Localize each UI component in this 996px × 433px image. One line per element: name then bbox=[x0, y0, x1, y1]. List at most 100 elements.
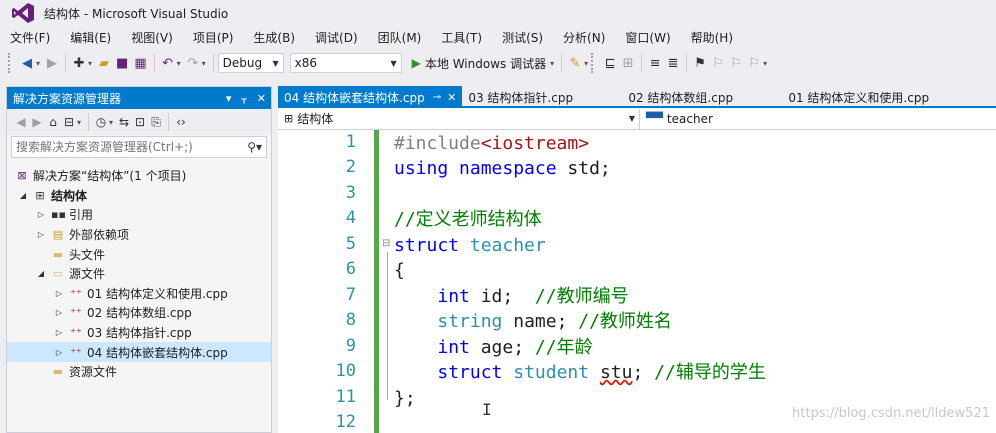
menu-team[interactable]: 团队(M) bbox=[378, 29, 422, 46]
menu-analyze[interactable]: 分析(N) bbox=[563, 29, 605, 46]
undo-icon[interactable]: ↶ bbox=[162, 56, 174, 71]
expand-arrow-icon[interactable]: ▷ bbox=[53, 308, 65, 317]
fold-collapse-icon[interactable]: ⊟ bbox=[382, 238, 390, 249]
home-icon[interactable]: ⌂ bbox=[47, 115, 59, 129]
folder-icon: ▭ bbox=[52, 267, 64, 281]
tab-04-nested-struct[interactable]: 04 结构体嵌套结构体.cpp ⊸ ✕ bbox=[278, 86, 463, 108]
panel-menu-icon[interactable]: ▾ bbox=[226, 92, 232, 105]
new-project-icon[interactable]: ✚ bbox=[73, 56, 85, 71]
toolbar-grip[interactable] bbox=[8, 53, 12, 73]
menu-debug[interactable]: 调试(D) bbox=[315, 29, 358, 46]
menu-window[interactable]: 窗口(W) bbox=[625, 29, 670, 46]
code-text: id; bbox=[469, 286, 535, 307]
debug-target-dropdown-icon[interactable]: ▾ bbox=[550, 59, 554, 68]
clear-bookmarks-icon[interactable]: ⚐ bbox=[748, 56, 760, 71]
uncomment-lines-icon[interactable]: ≣ bbox=[667, 56, 679, 71]
search-input[interactable] bbox=[16, 140, 236, 154]
previous-bookmark-icon[interactable]: ⚐ bbox=[712, 56, 724, 71]
find-in-files-icon[interactable]: ✎ bbox=[569, 56, 581, 71]
back-icon[interactable]: ◀ bbox=[21, 56, 33, 71]
expand-arrow-icon[interactable]: ▷ bbox=[35, 230, 47, 239]
close-tab-icon[interactable]: ✕ bbox=[447, 91, 456, 104]
start-debugging-label: 本地 Windows 调试器 bbox=[424, 56, 547, 71]
show-all-files-icon[interactable]: ⎘ bbox=[150, 115, 162, 130]
forward-icon[interactable]: ▶ bbox=[46, 56, 58, 71]
collapse-all-icon[interactable]: ⊡ bbox=[134, 115, 146, 129]
tree-item-cpp-file[interactable]: ▷ ⁺⁺ 02 结构体数组.cpp bbox=[7, 303, 271, 323]
menu-project[interactable]: 项目(P) bbox=[193, 29, 234, 46]
view-code-icon[interactable]: ‹› bbox=[175, 115, 187, 129]
tree-item-cpp-file[interactable]: ▷ ⁺⁺ 03 结构体指针.cpp bbox=[7, 323, 271, 343]
line-number: 7 bbox=[345, 285, 356, 305]
toolbar-overflow-icon[interactable]: ▾ bbox=[763, 59, 767, 68]
toolbar-grip[interactable] bbox=[591, 53, 595, 73]
menu-file[interactable]: 文件(F) bbox=[10, 29, 50, 46]
pending-changes-filter-icon[interactable]: ◷ bbox=[95, 115, 107, 129]
tab-03-struct-pointer[interactable]: 03 结构体指针.cpp bbox=[462, 86, 622, 108]
member-dropdown[interactable]: ▀▀ teacher bbox=[640, 112, 996, 126]
menu-build[interactable]: 生成(B) bbox=[253, 29, 295, 46]
tab-02-struct-array[interactable]: 02 结构体数组.cpp bbox=[622, 86, 782, 108]
tree-item-solution[interactable]: ⊠ 解决方案“结构体”(1 个项目) bbox=[7, 166, 271, 186]
undo-dropdown-icon[interactable]: ▾ bbox=[177, 59, 181, 68]
save-all-icon[interactable]: ▦ bbox=[134, 56, 146, 71]
tree-item-project[interactable]: ◢ ⊞ 结构体 bbox=[7, 186, 271, 206]
comment-lines-icon[interactable]: ≡ bbox=[649, 56, 661, 71]
back-icon[interactable]: ◀ bbox=[15, 115, 27, 129]
tree-item-resource-files[interactable]: ▬ 资源文件 bbox=[7, 362, 271, 382]
tree-item-external-deps[interactable]: ▷ ▤ 外部依赖项 bbox=[7, 225, 271, 245]
solution-config-select[interactable]: Debug ▼ bbox=[217, 53, 284, 73]
redo-icon[interactable]: ↷ bbox=[187, 56, 199, 71]
tree-item-references[interactable]: ▷ ▪▪ 引用 bbox=[7, 205, 271, 225]
menu-edit[interactable]: 编辑(E) bbox=[70, 29, 111, 46]
menu-view[interactable]: 视图(V) bbox=[131, 29, 173, 46]
solution-platform-value: x86 bbox=[294, 56, 318, 70]
tree-item-label: 03 结构体指针.cpp bbox=[87, 326, 192, 341]
pin-tab-icon[interactable]: ⊸ bbox=[433, 92, 441, 103]
close-icon[interactable]: ✕ bbox=[257, 92, 266, 105]
bookmark-icon[interactable]: ⚑ bbox=[694, 56, 706, 71]
tree-item-header-files[interactable]: ▬ 头文件 bbox=[7, 244, 271, 264]
pin-icon[interactable]: ᚁ bbox=[241, 92, 246, 105]
expand-arrow-icon[interactable]: ▷ bbox=[53, 328, 65, 337]
expand-arrow-icon[interactable]: ▷ bbox=[53, 289, 65, 298]
forward-icon[interactable]: ▶ bbox=[31, 115, 43, 129]
menu-bar: 文件(F) 编辑(E) 视图(V) 项目(P) 生成(B) 调试(D) 团队(M… bbox=[0, 26, 996, 48]
navigate-icon[interactable]: ⊑ bbox=[604, 56, 616, 71]
redo-dropdown-icon[interactable]: ▾ bbox=[202, 59, 206, 68]
solution-explorer-search[interactable]: ⚲▾ bbox=[11, 136, 267, 158]
back-dropdown-icon[interactable]: ▾ bbox=[36, 59, 40, 68]
collapse-arrow-icon[interactable]: ◢ bbox=[35, 269, 47, 278]
new-dropdown-icon[interactable]: ▾ bbox=[88, 59, 92, 68]
next-bookmark-icon[interactable]: ⚐ bbox=[730, 56, 742, 71]
find-dropdown-icon[interactable]: ▾ bbox=[584, 59, 588, 68]
include-header: <iostream> bbox=[480, 133, 590, 154]
code-editor[interactable]: 1 2 3 4 5 6 7 8 9 10 11 12 ⊟ #include<io… bbox=[278, 130, 996, 433]
tab-01-struct-define[interactable]: 01 结构体定义和使用.cpp bbox=[782, 86, 982, 108]
expand-arrow-icon[interactable]: ▷ bbox=[35, 210, 47, 219]
code-text: { bbox=[394, 260, 405, 281]
search-icon[interactable]: ⚲▾ bbox=[247, 140, 262, 154]
save-icon[interactable]: ■ bbox=[116, 56, 128, 71]
bookmark-list-icon[interactable]: ⊞ bbox=[622, 56, 634, 71]
collapse-arrow-icon[interactable]: ◢ bbox=[17, 191, 29, 200]
start-debugging-button[interactable]: ▶ 本地 Windows 调试器 bbox=[412, 55, 546, 72]
tab-label: 02 结构体数组.cpp bbox=[628, 90, 734, 105]
sync-icon[interactable]: ⇆ bbox=[118, 115, 130, 129]
menu-test[interactable]: 测试(S) bbox=[502, 29, 543, 46]
filter-dropdown-icon[interactable]: ▾ bbox=[109, 118, 113, 127]
menu-tools[interactable]: 工具(T) bbox=[441, 29, 482, 46]
solution-platform-select[interactable]: x86 ▼ bbox=[289, 53, 402, 73]
tab-label: 01 结构体定义和使用.cpp bbox=[788, 90, 930, 105]
tab-label: 03 结构体指针.cpp bbox=[468, 90, 574, 105]
tree-item-cpp-file[interactable]: ▷ ⁺⁺ 01 结构体定义和使用.cpp bbox=[7, 284, 271, 304]
tree-item-source-files[interactable]: ◢ ▭ 源文件 bbox=[7, 264, 271, 284]
open-file-icon[interactable]: ▰ bbox=[98, 56, 110, 71]
expand-arrow-icon[interactable]: ▷ bbox=[53, 348, 65, 357]
scope-dropdown[interactable]: ⊞ 结构体 ▼ bbox=[278, 108, 640, 129]
line-number: 9 bbox=[345, 336, 356, 356]
tree-item-cpp-file-selected[interactable]: ▷ ⁺⁺ 04 结构体嵌套结构体.cpp bbox=[7, 342, 271, 362]
menu-help[interactable]: 帮助(H) bbox=[691, 29, 733, 46]
switch-views-icon[interactable]: ⊟ bbox=[63, 115, 75, 129]
switch-views-dropdown-icon[interactable]: ▾ bbox=[77, 118, 81, 127]
